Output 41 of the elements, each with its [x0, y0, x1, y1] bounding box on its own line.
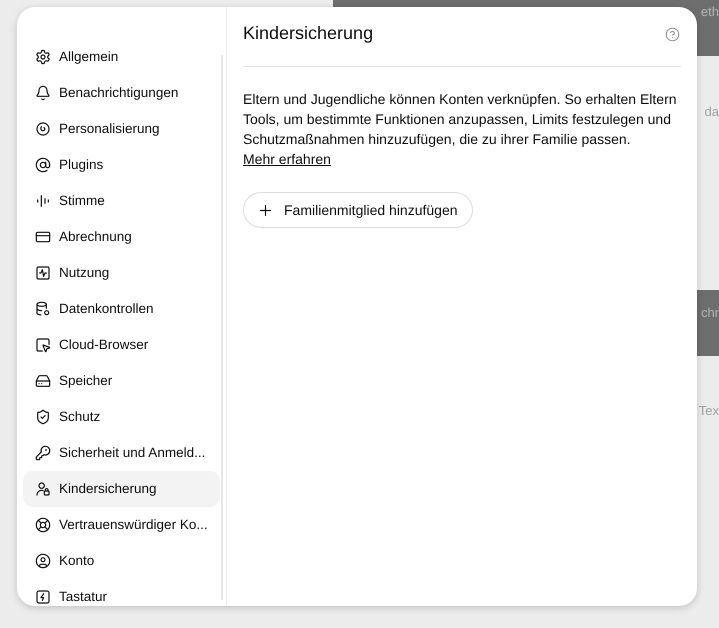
- key-icon: [35, 445, 51, 461]
- help-icon[interactable]: [665, 27, 680, 42]
- sidebar-item[interactable]: Vertrauenswürdiger Ko...: [23, 507, 220, 543]
- at-sign-icon: [35, 157, 51, 173]
- bell-icon: [35, 85, 51, 101]
- description-text: Eltern und Jugendliche können Konten verknüpfen. So erhalten Eltern Tools, um bestimmte Funktionen anzupassen, Limits festzulegen und Schutzmaßnahmen hinzuzufügen, die zu ihrer Familie passen. Mehr erfahren: [243, 90, 678, 169]
- sidebar-item[interactable]: Konto: [23, 543, 220, 579]
- sidebar-item[interactable]: Abrechnung: [23, 219, 220, 255]
- sidebar-item[interactable]: Nutzung: [23, 255, 220, 291]
- sidebar-item[interactable]: Datenkontrollen: [23, 291, 220, 327]
- swirl-circle-icon: [35, 121, 51, 137]
- sidebar-item[interactable]: Kindersicherung: [23, 471, 220, 507]
- lightning-square-icon: [35, 589, 51, 605]
- card-icon: [35, 229, 51, 245]
- background-text: Tex: [698, 403, 719, 419]
- sidebar-item[interactable]: Tastatur: [23, 579, 220, 606]
- pointer-square-icon: [35, 337, 51, 353]
- sidebar-item[interactable]: Sicherheit und Anmeld...: [23, 435, 220, 471]
- sidebar-item[interactable]: Benachrichtigungen: [23, 75, 220, 111]
- sidebar-item[interactable]: Cloud-Browser: [23, 327, 220, 363]
- sidebar-item[interactable]: Personalisierung: [23, 111, 220, 147]
- database-gear-icon: [35, 301, 51, 317]
- user-lock-icon: [35, 481, 51, 497]
- background-text: chr: [700, 305, 719, 321]
- background-text: eth: [700, 4, 719, 20]
- sidebar-item[interactable]: Stimme: [23, 183, 220, 219]
- background-text: da: [704, 104, 719, 120]
- drive-icon: [35, 373, 51, 389]
- learn-more-link[interactable]: Mehr erfahren: [243, 151, 331, 167]
- gear-icon: [35, 49, 51, 65]
- add-family-member-button[interactable]: Familienmitglied hinzufügen: [243, 192, 473, 228]
- user-circle-icon: [35, 553, 51, 569]
- panel-title: Kindersicherung: [243, 22, 374, 45]
- sound-bars-icon: [35, 193, 51, 209]
- lifebuoy-icon: [35, 517, 51, 533]
- activity-square-icon: [35, 265, 51, 281]
- sidebar-item[interactable]: Plugins: [23, 147, 220, 183]
- sidebar-item[interactable]: Speicher: [23, 363, 220, 399]
- sidebar-item[interactable]: Schutz: [23, 399, 220, 435]
- sidebar-item[interactable]: Allgemein: [23, 39, 220, 75]
- shield-check-icon: [35, 409, 51, 425]
